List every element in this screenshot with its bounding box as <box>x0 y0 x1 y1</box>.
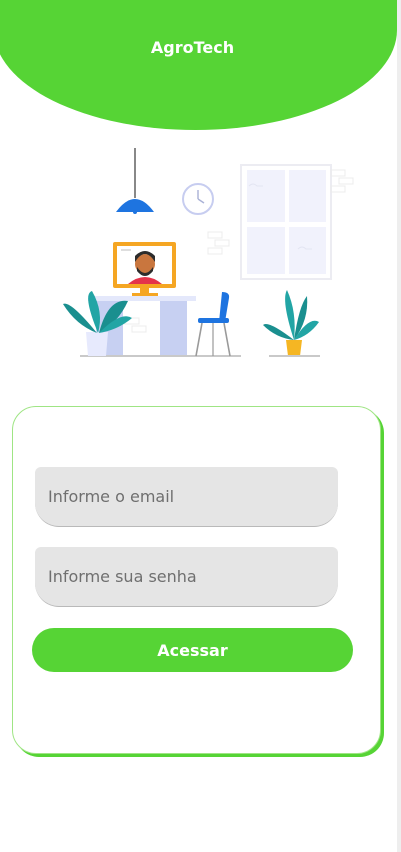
email-input[interactable] <box>35 467 338 526</box>
password-input[interactable] <box>35 547 338 606</box>
header-banner <box>0 0 397 130</box>
app-title: AgroTech <box>150 38 235 57</box>
chair-icon <box>195 292 231 357</box>
monitor-icon <box>113 242 176 296</box>
home-office-illustration <box>63 148 354 357</box>
scrollbar-track <box>397 0 401 852</box>
password-field-wrapper <box>35 547 338 607</box>
clock-icon <box>182 183 214 215</box>
email-field-wrapper <box>35 467 338 527</box>
plant-icon <box>263 290 320 357</box>
window-icon <box>240 164 332 280</box>
login-button[interactable]: Acessar <box>32 628 353 672</box>
